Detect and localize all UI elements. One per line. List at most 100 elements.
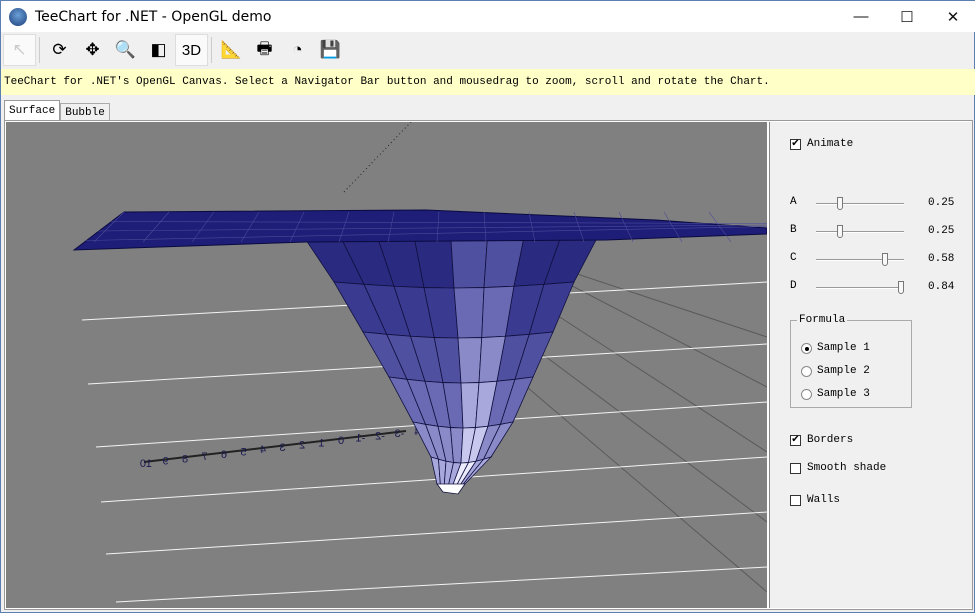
borders-checkbox[interactable]: ✔ Borders: [790, 434, 853, 446]
axis-tick-label: 7: [201, 451, 207, 463]
axis-tick-label: 5: [240, 447, 246, 459]
radio-label: Sample 1: [817, 342, 870, 354]
app-icon: [9, 7, 27, 26]
checkbox-box[interactable]: ✔: [790, 138, 801, 150]
animate-checkbox[interactable]: ✔ Animate: [790, 138, 853, 150]
window-title: TeeChart for .NET - OpenGL demo: [35, 8, 272, 25]
toolbar-separator: [211, 37, 212, 63]
radio-label: Sample 2: [817, 365, 870, 377]
navigator-toolbar: ↖ ⟳ ✥ 🔍 ◧ 3D 📐 🖶 ◔ 💾: [1, 33, 975, 67]
slider-thumb[interactable]: [837, 225, 843, 238]
smooth-shade-label: Smooth shade: [807, 462, 887, 474]
checkbox-box[interactable]: [790, 462, 801, 474]
title-bar: TeeChart for .NET - OpenGL demo — ☐ ✕: [1, 1, 975, 32]
formula-group: Formula Sample 1 Sample 2 Sample 3: [790, 314, 912, 408]
slider-value: 0.58: [928, 253, 955, 265]
slider-label: B: [790, 224, 797, 236]
radio-circle[interactable]: [801, 342, 812, 354]
axis-tick-label: 0: [338, 435, 344, 447]
axis-tick-label: -1: [356, 433, 366, 445]
print-icon: 🖶: [256, 38, 273, 58]
axis-tick-label: 10: [140, 458, 152, 470]
slider-d: D 0.84: [790, 280, 960, 296]
axis-tick-label: 1: [318, 437, 324, 449]
depth-tool-icon: ◧: [150, 40, 167, 59]
move-tool-button[interactable]: ✥: [76, 34, 109, 66]
move-tool-icon: ✥: [85, 40, 100, 59]
surface-cell: [457, 337, 483, 384]
pointer-tool-icon: ↖: [12, 40, 27, 59]
axis-tick-label: 9: [162, 456, 168, 468]
save-icon: 💾: [319, 40, 342, 59]
slider-label: A: [790, 196, 797, 208]
radio-sample-2[interactable]: Sample 2: [801, 365, 870, 377]
save-button[interactable]: 💾: [314, 34, 347, 66]
checkbox-box[interactable]: [790, 494, 801, 506]
edit-chart-button[interactable]: 📐: [215, 34, 248, 66]
toolbar-separator: [39, 37, 40, 63]
slider-value: 0.84: [928, 281, 955, 293]
axis-tick-label: -2: [375, 430, 385, 442]
radio-sample-3[interactable]: Sample 3: [801, 388, 870, 400]
options-panel: ✔ Animate A 0.25 B 0.25 C 0.58 D 0.84 Formula S…: [769, 122, 972, 608]
zoom-tool-button[interactable]: 🔍: [109, 34, 142, 66]
walls-label: Walls: [807, 494, 841, 506]
rotate-tool-icon: ⟳: [52, 40, 67, 59]
close-button[interactable]: ✕: [930, 1, 975, 32]
slider-label: C: [790, 252, 797, 264]
pointer-tool-button[interactable]: ↖: [3, 34, 36, 66]
slider-value: 0.25: [928, 197, 955, 209]
slider-thumb[interactable]: [898, 281, 905, 294]
depth-axis: [343, 122, 412, 193]
toggle-3d-button[interactable]: 3D: [175, 34, 208, 66]
slider-thumb[interactable]: [881, 253, 888, 266]
axis-tick-label: -3: [395, 428, 405, 440]
slider-track[interactable]: [816, 259, 904, 261]
slider-track[interactable]: [816, 231, 904, 233]
formula-legend: Formula: [799, 314, 846, 326]
slider-track[interactable]: [816, 203, 904, 205]
toggle-3d-icon: 3D: [181, 41, 202, 59]
radio-label: Sample 3: [817, 388, 870, 400]
axis-tick-label: 8: [182, 453, 188, 465]
axis-tick-label: 6: [221, 449, 227, 461]
grid-line: [115, 566, 767, 603]
surface-cell: [436, 483, 466, 495]
tab-bubble[interactable]: Bubble: [60, 103, 110, 121]
radio-circle[interactable]: [801, 388, 812, 400]
minimize-button[interactable]: —: [838, 1, 884, 32]
borders-label: Borders: [807, 434, 854, 446]
slider-track[interactable]: [816, 287, 904, 289]
depth-tool-button[interactable]: ◧: [142, 34, 175, 66]
smooth-shade-checkbox[interactable]: Smooth shade: [790, 462, 886, 474]
axis-tick-label: 2: [299, 440, 305, 452]
tab-surface[interactable]: Surface: [4, 100, 61, 121]
tab-content: 109876543210-1-2-3-4 ✔ Animate A0.25B0.2…: [4, 120, 973, 610]
print-button[interactable]: 🖶: [248, 34, 281, 66]
slider-thumb[interactable]: [837, 197, 843, 210]
surface-cell: [453, 287, 485, 339]
hint-text: TeeChart for .NET's OpenGL Canvas. Selec…: [1, 69, 975, 95]
rotate-tool-button[interactable]: ⟳: [43, 34, 76, 66]
maximize-button[interactable]: ☐: [884, 1, 930, 32]
export-button[interactable]: ◔: [281, 34, 314, 66]
opengl-chart[interactable]: 109876543210-1-2-3-4: [6, 122, 767, 608]
radio-sample-1[interactable]: Sample 1: [801, 342, 870, 354]
checkbox-box[interactable]: ✔: [790, 434, 801, 446]
axis-tick-label: 3: [279, 442, 285, 454]
slider-b: B 0.25: [790, 224, 960, 240]
surface-chart-svg[interactable]: 109876543210-1-2-3-4: [6, 122, 767, 608]
zoom-tool-icon: 🔍: [114, 40, 137, 59]
export-icon: ◔: [292, 40, 303, 59]
slider-label: D: [790, 280, 797, 292]
grid-line: [105, 511, 767, 555]
slider-a: A 0.25: [790, 196, 960, 212]
slider-value: 0.25: [928, 225, 955, 237]
walls-checkbox[interactable]: Walls: [790, 494, 840, 506]
axis-tick-label: 4: [260, 444, 266, 456]
surface-cell: [450, 239, 488, 289]
tab-strip: Surface Bubble: [4, 99, 110, 121]
slider-c: C 0.58: [790, 252, 960, 268]
animate-label: Animate: [807, 138, 854, 150]
radio-circle[interactable]: [801, 365, 812, 377]
